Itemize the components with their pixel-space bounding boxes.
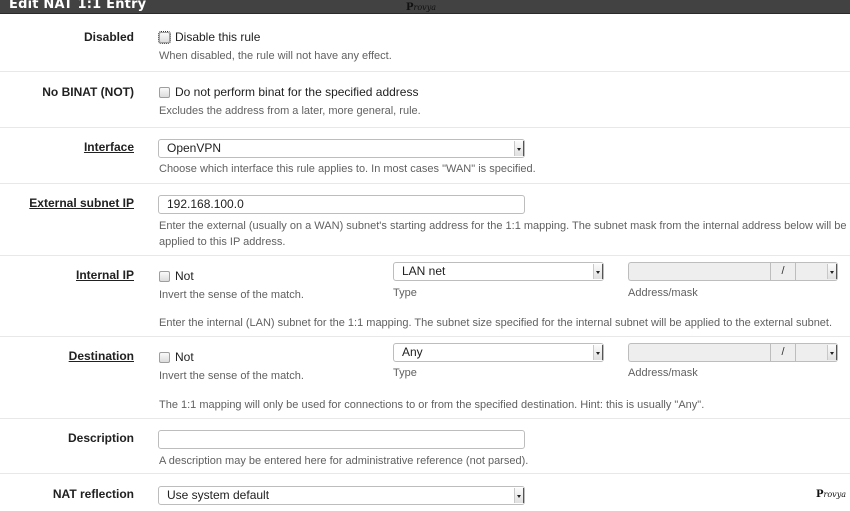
natreflection-select[interactable]: Use system default [158, 486, 525, 505]
watermark-logo-bottom: Provya [816, 489, 846, 500]
destination-type-select[interactable]: Any [393, 343, 604, 362]
disabled-checkbox-line[interactable]: Disable this rule [158, 30, 261, 44]
nobinat-help: Excludes the address from a later, more … [159, 105, 421, 117]
interface-select-value: OpenVPN [167, 141, 222, 155]
internal-not-help: Invert the sense of the match. [159, 289, 304, 301]
row-interface: Interface OpenVPN Choose which interface… [0, 128, 850, 184]
internal-not-line[interactable]: Not [159, 269, 194, 283]
destination-label[interactable]: Destination [69, 349, 134, 363]
disabled-label: Disabled [83, 30, 134, 44]
destination-not-checkbox[interactable] [159, 351, 170, 363]
nobinat-checkbox-line[interactable]: Do not perform binat for the specified a… [159, 85, 418, 99]
panel-title: Edit NAT 1:1 Entry [9, 0, 147, 12]
disabled-checkbox[interactable] [158, 30, 171, 44]
destination-mask-select[interactable] [796, 343, 838, 362]
external-ip-value: 192.168.100.0 [167, 197, 244, 211]
internal-mask-select[interactable] [796, 262, 838, 281]
row-destination: Destination Not Invert the sense of the … [0, 337, 850, 419]
row-external: External subnet IP 192.168.100.0 Enter t… [0, 184, 850, 256]
destination-slash: / [770, 343, 796, 362]
chevron-down-icon [593, 264, 603, 279]
row-description: Description A description may be entered… [0, 419, 850, 474]
internal-type-label: Type [393, 287, 417, 299]
interface-select[interactable]: OpenVPN [158, 139, 525, 158]
internal-address-label: Address/mask [628, 287, 698, 299]
destination-not-line[interactable]: Not [159, 350, 194, 364]
destination-type-label: Type [393, 367, 417, 379]
internal-label[interactable]: Internal IP [76, 268, 134, 282]
internal-type-select[interactable]: LAN net [393, 262, 604, 281]
internal-type-value: LAN net [402, 264, 446, 278]
description-help: A description may be entered here for ad… [159, 455, 529, 467]
external-ip-input[interactable]: 192.168.100.0 [158, 195, 525, 214]
nobinat-checkbox-label: Do not perform binat for the specified a… [175, 85, 419, 99]
row-natreflection: NAT reflection Use system default [0, 474, 850, 511]
nobinat-checkbox[interactable] [159, 86, 170, 98]
internal-slash: / [770, 262, 796, 281]
nobinat-label: No BINAT (NOT) [42, 85, 134, 99]
disabled-help: When disabled, the rule will not have an… [159, 50, 392, 62]
destination-type-value: Any [402, 345, 423, 359]
panel-heading: Edit NAT 1:1 Entry Provya [0, 0, 850, 14]
destination-not-help: Invert the sense of the match. [159, 370, 304, 382]
chevron-down-icon [827, 264, 837, 279]
chevron-down-icon [514, 488, 524, 503]
chevron-down-icon [827, 345, 837, 360]
internal-help: Enter the internal (LAN) subnet for the … [159, 317, 833, 329]
watermark-logo: Provya [406, 2, 436, 13]
internal-not-label: Not [175, 269, 194, 283]
natreflection-label: NAT reflection [52, 487, 134, 501]
destination-address-label: Address/mask [628, 367, 698, 379]
interface-label[interactable]: Interface [84, 140, 134, 154]
row-internal: Internal IP Not Invert the sense of the … [0, 256, 850, 337]
description-input[interactable] [158, 430, 525, 449]
row-nobinat: No BINAT (NOT) Do not perform binat for … [0, 72, 850, 128]
destination-address-input[interactable] [628, 343, 770, 362]
external-label[interactable]: External subnet IP [29, 196, 134, 210]
destination-help: The 1:1 mapping will only be used for co… [159, 399, 705, 411]
chevron-down-icon [514, 141, 524, 156]
destination-address-group: / [628, 343, 838, 362]
internal-not-checkbox[interactable] [159, 270, 170, 282]
description-label: Description [67, 431, 134, 445]
internal-address-input[interactable] [628, 262, 770, 281]
disabled-checkbox-label: Disable this rule [175, 30, 261, 44]
destination-not-label: Not [175, 350, 194, 364]
chevron-down-icon [593, 345, 603, 360]
natreflection-select-value: Use system default [167, 488, 270, 502]
external-help: Enter the external (usually on a WAN) su… [159, 220, 847, 248]
interface-help: Choose which interface this rule applies… [159, 163, 536, 175]
row-disabled: Disabled Disable this rule When disabled… [0, 15, 850, 72]
internal-address-group: / [628, 262, 838, 281]
